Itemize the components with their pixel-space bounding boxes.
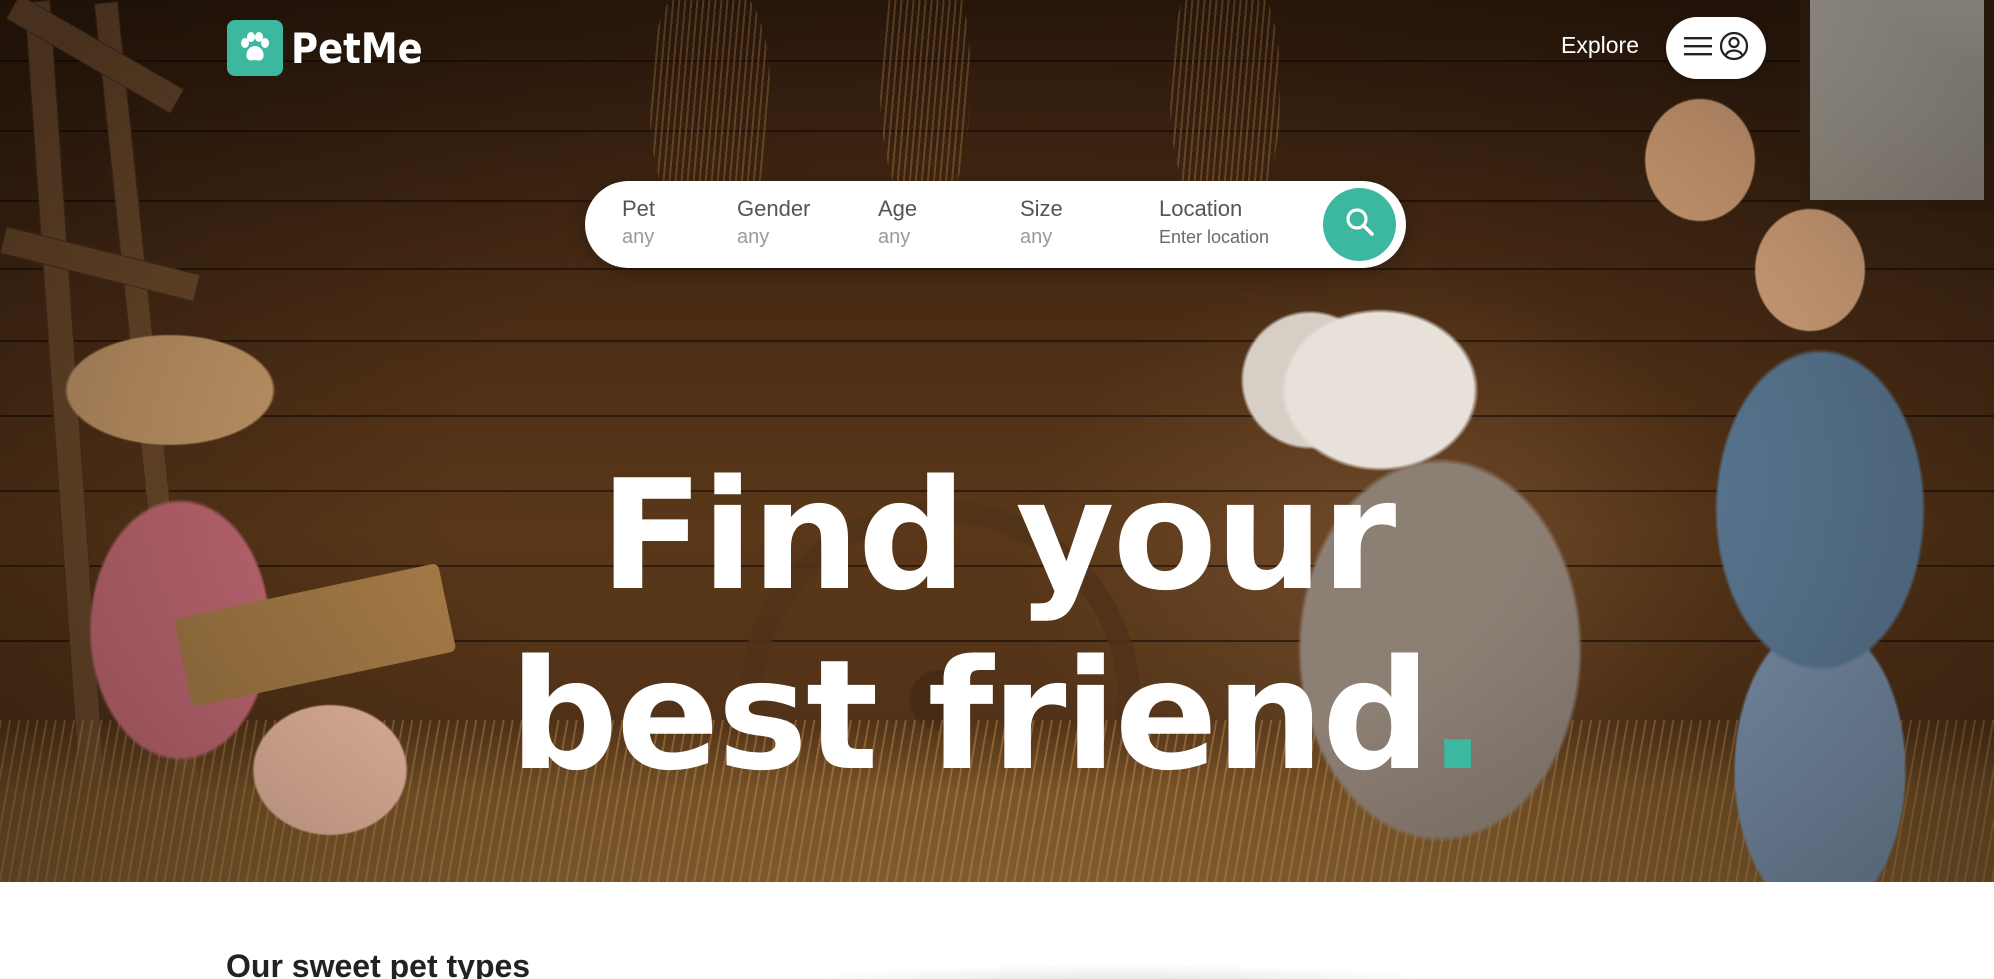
gender-filter[interactable]: Gender any	[737, 195, 810, 251]
search-icon	[1343, 205, 1377, 244]
hero-headline-line2: best friend	[509, 627, 1431, 804]
brand-logo[interactable]: PetMe	[227, 20, 441, 76]
age-filter-value: any	[878, 226, 911, 248]
location-input[interactable]: Enter location	[1159, 223, 1269, 251]
search-button[interactable]	[1323, 188, 1396, 261]
location-field[interactable]: Location Enter location	[1159, 195, 1269, 251]
explore-link[interactable]: Explore	[1561, 32, 1639, 59]
location-field-label: Location	[1159, 196, 1243, 221]
hero-headline-line1: Find your	[599, 447, 1397, 624]
pet-types-card-shadow	[620, 945, 1620, 979]
gender-filter-label: Gender	[737, 196, 811, 221]
pet-filter[interactable]: Pet any	[622, 195, 655, 251]
pet-filter-value: any	[622, 226, 655, 248]
paw-icon	[227, 20, 283, 76]
pet-filter-label: Pet	[622, 196, 656, 221]
age-filter-label: Age	[878, 196, 918, 221]
account-menu-button[interactable]	[1666, 17, 1766, 79]
hero-headline: Find your best friend.	[0, 446, 1994, 806]
user-circle-icon	[1719, 31, 1749, 66]
brand-name: PetMe	[291, 23, 423, 73]
pet-types-section-title: Our sweet pet types	[226, 948, 531, 979]
gender-filter-value: any	[737, 226, 770, 248]
pet-search-bar: Pet any Gender any Age any Size any Loca…	[585, 181, 1406, 268]
size-filter[interactable]: Size any	[1020, 195, 1063, 251]
size-filter-value: any	[1020, 226, 1053, 248]
size-filter-label: Size	[1020, 196, 1063, 221]
age-filter[interactable]: Age any	[878, 195, 917, 251]
hamburger-icon	[1683, 34, 1713, 63]
headline-accent-dot: .	[1428, 627, 1487, 804]
